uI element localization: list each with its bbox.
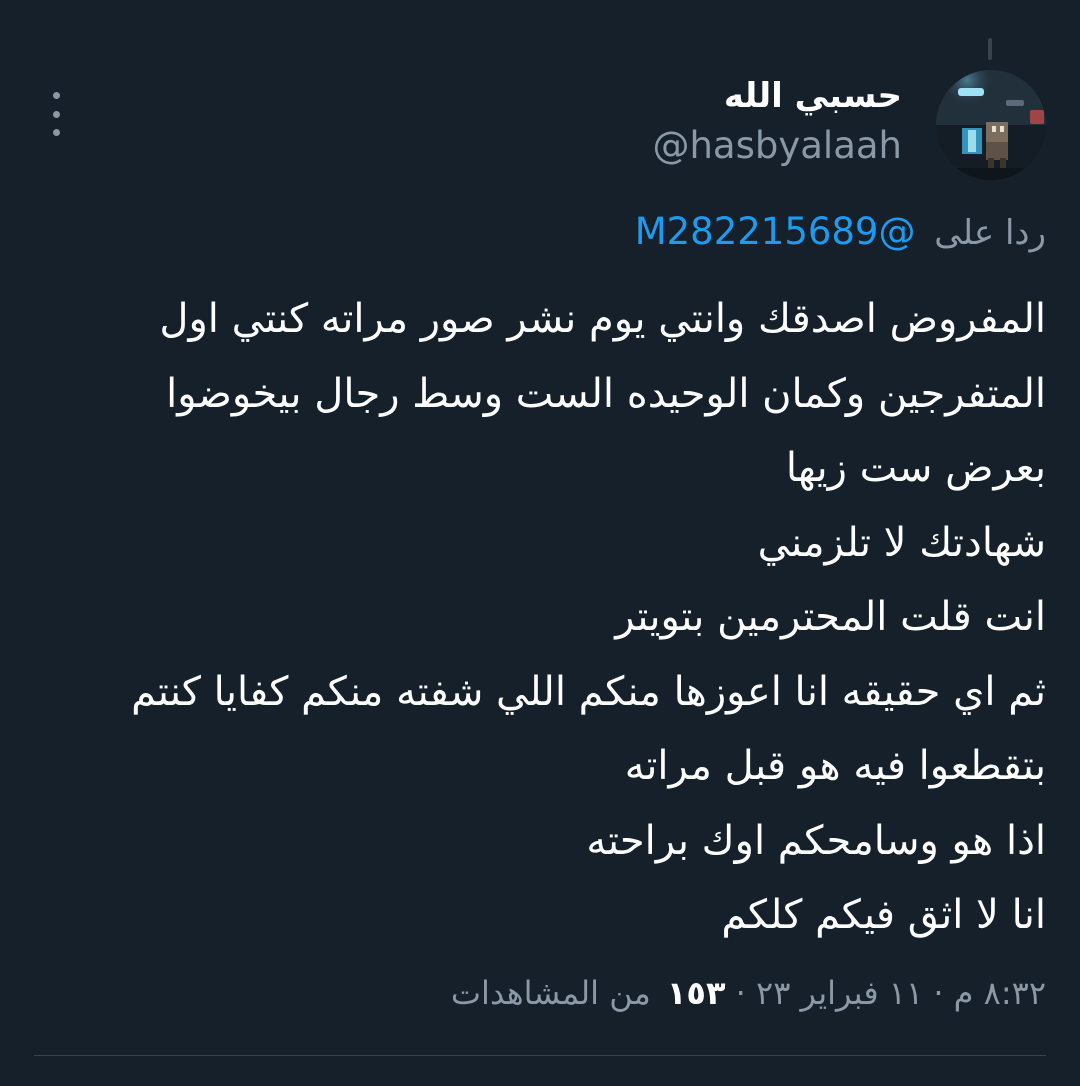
tweet-time[interactable]: ٨:٣٢ م xyxy=(954,974,1046,1012)
tweet-text-line: ثم اي حقيقه انا اعوزها منكم اللي شفته من… xyxy=(131,668,1046,715)
author-display-name[interactable]: حسبي الله xyxy=(724,76,902,116)
tweet-text-line: بعرض ست زيها xyxy=(785,445,1046,491)
tweet-text-line: شهادتك لا تلزمني xyxy=(757,519,1046,566)
tweet-metadata: ٨:٣٢ م · ١١ فبراير ٢٣ · ١٥٣ من المشاهدات xyxy=(451,974,1046,1012)
tweet-text-line: المفروض اصدقك وانتي يوم نشر صور مراته كن… xyxy=(159,296,1046,342)
more-vertical-icon-dot-2 xyxy=(52,110,60,118)
reply-mention-link[interactable]: @M282215689 xyxy=(635,210,916,253)
tweet-text: المفروض اصدقك وانتي يوم نشر صور مراته كن… xyxy=(46,282,1046,953)
tweet-text-line: بتقطعوا فيه هو قبل مراته xyxy=(624,743,1046,789)
tweet-text-line: المتفرجين وكمان الوحيده الست وسط رجال بي… xyxy=(166,370,1046,417)
author-avatar[interactable] xyxy=(936,70,1046,180)
more-vertical-icon-dot-3 xyxy=(52,129,60,136)
meta-separator-2: · xyxy=(735,974,746,1012)
tweet-date[interactable]: ١١ فبراير ٢٣ xyxy=(756,974,923,1012)
views-label: من المشاهدات xyxy=(450,974,651,1012)
more-vertical-icon xyxy=(52,92,60,99)
meta-separator: · xyxy=(933,974,944,1012)
divider xyxy=(34,1055,1046,1056)
thread-connector-line xyxy=(988,38,992,60)
author-handle[interactable]: @hasbyalaah xyxy=(652,124,902,167)
tweet-text-line: انت قلت المحترمين بتويتر xyxy=(615,594,1046,640)
tweet-text-line: انا لا اثق فيكم كلكم xyxy=(721,892,1046,938)
views-count[interactable]: ١٥٣ xyxy=(667,974,726,1012)
reply-prefix: ردا على xyxy=(934,213,1046,253)
reply-context: ردا على @M282215689 xyxy=(635,210,1046,253)
avatar-image xyxy=(936,70,1046,180)
more-options-button[interactable] xyxy=(42,92,70,136)
tweet-text-line: اذا هو وسامحكم اوك براحته xyxy=(586,817,1046,864)
